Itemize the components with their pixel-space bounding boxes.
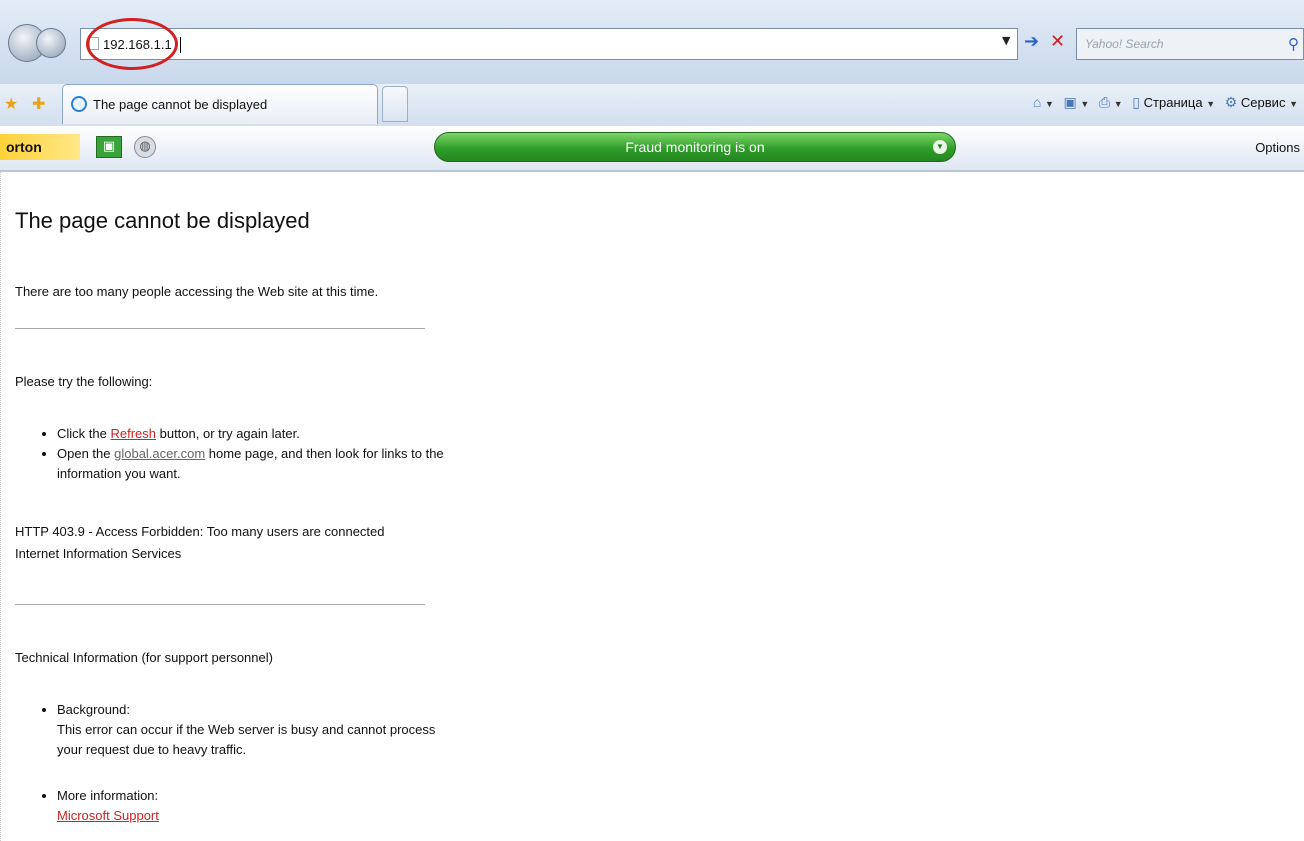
home-button[interactable]: ⌂ ▼: [1033, 94, 1054, 110]
print-button[interactable]: ⎙ ▼: [1099, 94, 1123, 111]
tab-title: The page cannot be displayed: [93, 97, 268, 112]
globe-icon[interactable]: ◍: [134, 136, 156, 158]
address-url[interactable]: 192.168.1.1: [103, 37, 172, 52]
ie-icon: [71, 96, 87, 112]
search-placeholder: Yahoo! Search: [1085, 37, 1164, 51]
page-menu[interactable]: ▯ Страница ▼: [1132, 94, 1215, 111]
tools-menu-label: Сервис: [1240, 95, 1286, 110]
tab-bar: ★ ✚ The page cannot be displayed ⌂ ▼ ▣ ▼…: [0, 84, 1304, 126]
chevron-down-icon[interactable]: ▼: [933, 140, 947, 154]
list-item: Open the global.acer.com home page, and …: [57, 444, 457, 484]
microsoft-support-link[interactable]: Microsoft Support: [57, 808, 159, 823]
search-icon[interactable]: ⚲: [1288, 35, 1299, 53]
tools-menu[interactable]: ⚙ Сервис ▼: [1225, 94, 1298, 111]
feed-icon: ▣: [1063, 94, 1077, 110]
acer-home-link[interactable]: global.acer.com: [114, 446, 205, 461]
page-content: The page cannot be displayed There are t…: [0, 172, 1304, 841]
background-text: This error can occur if the Web server i…: [57, 722, 436, 757]
address-input[interactable]: 192.168.1.1: [80, 28, 1018, 60]
options-button[interactable]: Options: [1255, 140, 1300, 155]
norton-toolbar: orton ▣ ◍ Fraud monitoring is on ▼ Optio…: [0, 126, 1304, 172]
add-favorites-icon[interactable]: ✚: [32, 94, 45, 113]
list-item: Background: This error can occur if the …: [57, 700, 457, 760]
stop-icon[interactable]: ✕: [1050, 33, 1065, 51]
chevron-down-icon: ▼: [1289, 99, 1298, 109]
new-tab-button[interactable]: [382, 86, 408, 122]
address-dropdown-icon[interactable]: ▼: [1002, 34, 1010, 47]
tech-heading: Technical Information (for support perso…: [15, 650, 273, 665]
identity-safe-icon[interactable]: ▣: [96, 136, 122, 158]
page-title: The page cannot be displayed: [15, 208, 310, 233]
printer-icon: ⎙: [1098, 94, 1111, 110]
tab-active[interactable]: The page cannot be displayed: [62, 84, 378, 124]
chevron-down-icon: ▼: [1206, 99, 1216, 109]
bullet-text: button, or try again later.: [156, 426, 300, 441]
background-label: Background:: [57, 702, 130, 717]
refresh-link[interactable]: Refresh: [110, 426, 156, 441]
error-server: Internet Information Services: [15, 546, 182, 561]
favorites-star-icon[interactable]: ★: [4, 94, 18, 113]
command-bar: ⌂ ▼ ▣ ▼ ⎙ ▼ ▯ Страница ▼ ⚙ Сервис ▼: [1033, 94, 1304, 111]
divider: [15, 328, 425, 329]
home-icon: ⌂: [1032, 94, 1042, 110]
more-info-label: More information:: [57, 788, 159, 803]
list-item: More information: Microsoft Support: [57, 786, 457, 826]
bullet-text: Open the: [57, 446, 115, 461]
address-toolbar: 192.168.1.1 ▼ ➔ ✕ Yahoo! Search ⚲: [0, 0, 1304, 85]
forward-button[interactable]: [36, 28, 66, 58]
fraud-status-text: Fraud monitoring is on: [625, 139, 765, 155]
page-menu-label: Страница: [1143, 95, 1203, 110]
chevron-down-icon: ▼: [1044, 99, 1054, 109]
fraud-monitoring-bar[interactable]: Fraud monitoring is on ▼: [434, 132, 956, 162]
go-arrow-icon[interactable]: ➔: [1024, 33, 1039, 51]
page-icon: ▯: [1132, 94, 1141, 110]
intro-text: There are too many people accessing the …: [15, 284, 379, 299]
try-heading: Please try the following:: [15, 374, 153, 389]
list-item: Click the Refresh button, or try again l…: [57, 424, 457, 444]
chevron-down-icon: ▼: [1080, 99, 1090, 109]
tech-list: Background: This error can occur if the …: [41, 700, 457, 826]
chevron-down-icon: ▼: [1113, 99, 1123, 109]
text-caret: [180, 37, 181, 53]
error-code: HTTP 403.9 - Access Forbidden: Too many …: [15, 524, 385, 539]
page-icon: [89, 37, 99, 50]
feeds-button[interactable]: ▣ ▼: [1064, 94, 1090, 111]
norton-logo: orton: [0, 134, 80, 160]
divider: [15, 604, 425, 605]
search-input[interactable]: Yahoo! Search ⚲: [1076, 28, 1304, 60]
bullet-text: Click the: [57, 426, 111, 441]
suggestion-list: Click the Refresh button, or try again l…: [41, 424, 457, 484]
gear-icon: ⚙: [1224, 94, 1238, 110]
